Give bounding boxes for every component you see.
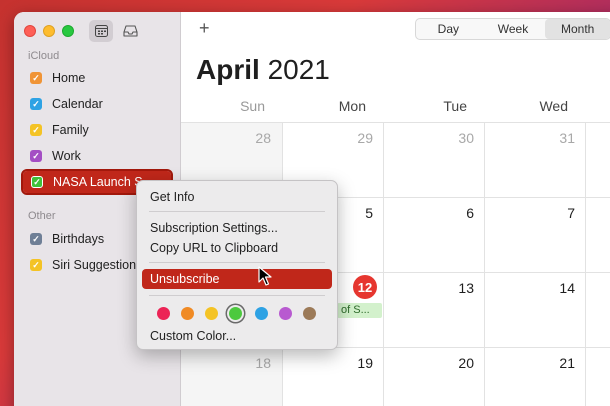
color-swatch-blue[interactable]: [255, 307, 268, 320]
weekday-header-wed: Wed: [539, 98, 568, 114]
mouse-pointer-icon: [258, 266, 272, 286]
day-cell-28[interactable]: 28: [241, 130, 271, 146]
section-header-icloud: iCloud: [28, 50, 60, 62]
grid-line: [181, 122, 610, 123]
day-cell-6[interactable]: 6: [444, 205, 474, 221]
context-menu: Get Info Subscription Settings... Copy U…: [136, 180, 338, 350]
color-swatch-red[interactable]: [157, 307, 170, 320]
checkbox-icon[interactable]: ✓: [30, 98, 42, 110]
calendar-icon: [94, 25, 108, 37]
checkbox-icon[interactable]: ✓: [31, 176, 43, 188]
grid-line: [484, 122, 485, 406]
calendar-item-label: Siri Suggestion: [52, 258, 137, 272]
checkbox-icon[interactable]: ✓: [30, 259, 42, 271]
weekday-header-sun: Sun: [240, 98, 265, 114]
menu-separator: [149, 211, 325, 212]
day-cell-20[interactable]: 20: [444, 355, 474, 371]
weekday-header-mon: Mon: [338, 98, 366, 114]
menu-item-subscription-settings[interactable]: Subscription Settings...: [142, 218, 332, 238]
view-week-button[interactable]: Week: [481, 19, 546, 39]
calendar-item-family[interactable]: ✓ Family: [22, 119, 172, 141]
zoom-window-button[interactable]: [62, 25, 74, 37]
color-swatch-purple[interactable]: [279, 307, 292, 320]
grid-line: [383, 122, 384, 406]
inbox-button[interactable]: [118, 20, 142, 42]
calendar-item-label: Birthdays: [52, 232, 105, 246]
view-switcher: Day Week Month: [415, 18, 610, 40]
day-cell-18[interactable]: 18: [241, 355, 271, 371]
color-swatch-brown[interactable]: [303, 307, 316, 320]
day-cell-31[interactable]: 31: [545, 130, 575, 146]
menu-item-copy-url[interactable]: Copy URL to Clipboard: [142, 238, 332, 258]
day-cell-7[interactable]: 7: [545, 205, 575, 221]
day-cell-5[interactable]: 5: [343, 205, 373, 221]
color-swatch-yellow[interactable]: [205, 307, 218, 320]
menu-item-get-info[interactable]: Get Info: [142, 187, 332, 207]
calendar-list-toggle[interactable]: [89, 20, 113, 42]
grid-line: [585, 122, 586, 406]
minimize-window-button[interactable]: [43, 25, 55, 37]
checkbox-icon[interactable]: ✓: [30, 72, 42, 84]
calendar-item-label: Work: [52, 149, 81, 163]
year-label: 2021: [267, 54, 330, 85]
calendar-item-label: Family: [52, 123, 89, 137]
month-name: April: [196, 54, 260, 85]
day-cell-30[interactable]: 30: [444, 130, 474, 146]
day-cell-21[interactable]: 21: [545, 355, 575, 371]
day-cell-14[interactable]: 14: [545, 280, 575, 296]
close-window-button[interactable]: [24, 25, 36, 37]
calendar-item-label: Calendar: [52, 97, 103, 111]
add-event-button[interactable]: +: [199, 18, 210, 39]
menu-item-unsubscribe[interactable]: Unsubscribe: [142, 269, 332, 289]
day-cell-19[interactable]: 19: [343, 355, 373, 371]
today-marker[interactable]: 12: [353, 275, 377, 299]
menu-separator: [149, 295, 325, 296]
event-chip[interactable]: of S...: [337, 303, 382, 318]
view-month-button[interactable]: Month: [545, 19, 610, 39]
calendar-item-calendar[interactable]: ✓ Calendar: [22, 93, 172, 115]
checkbox-icon[interactable]: ✓: [30, 150, 42, 162]
color-swatch-green[interactable]: [229, 307, 242, 320]
inbox-icon: [122, 25, 138, 37]
checkbox-icon[interactable]: ✓: [30, 233, 42, 245]
calendar-item-home[interactable]: ✓ Home: [22, 67, 172, 89]
menu-item-custom-color[interactable]: Custom Color...: [142, 326, 332, 346]
menu-separator: [149, 262, 325, 263]
calendar-item-label: NASA Launch S: [53, 175, 143, 189]
month-title: April 2021: [196, 54, 330, 86]
day-cell-29[interactable]: 29: [343, 130, 373, 146]
weekday-header-tue: Tue: [443, 98, 467, 114]
calendar-item-label: Home: [52, 71, 86, 85]
checkbox-icon[interactable]: ✓: [30, 124, 42, 136]
section-header-other: Other: [28, 210, 56, 222]
day-cell-13[interactable]: 13: [444, 280, 474, 296]
calendar-item-work[interactable]: ✓ Work: [22, 145, 172, 167]
view-day-button[interactable]: Day: [416, 19, 481, 39]
color-swatch-orange[interactable]: [181, 307, 194, 320]
